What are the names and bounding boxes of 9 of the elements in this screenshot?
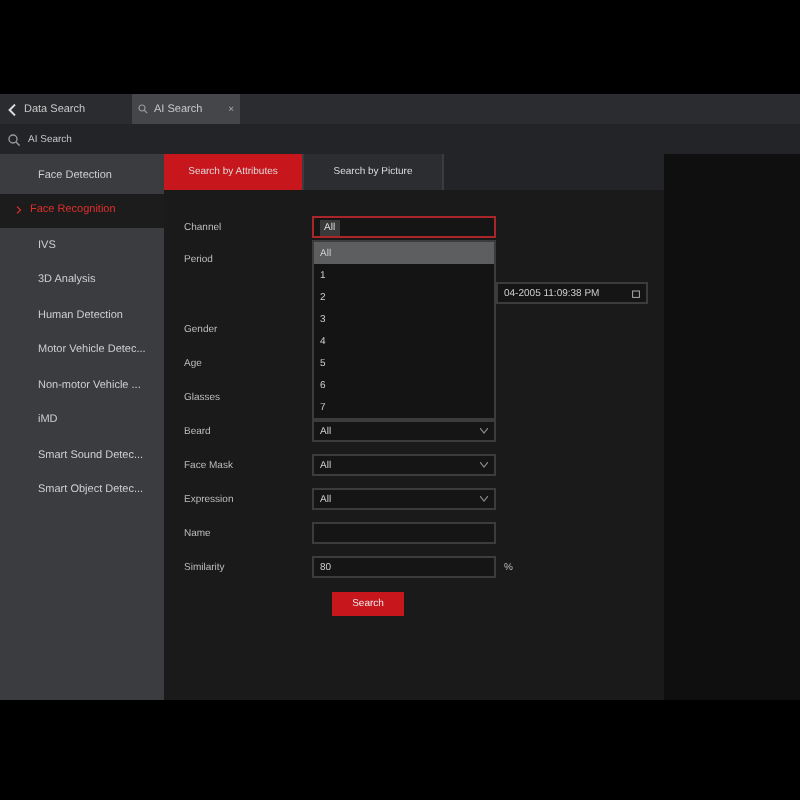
caret-icon xyxy=(480,428,488,434)
caret-icon xyxy=(480,462,488,468)
chevron-icon xyxy=(16,206,22,215)
search-icon xyxy=(8,133,20,145)
name-field[interactable] xyxy=(312,522,496,544)
back-icon xyxy=(8,103,16,115)
calendar-icon xyxy=(632,289,640,297)
caret-icon xyxy=(480,496,488,502)
search-icon xyxy=(138,104,148,114)
